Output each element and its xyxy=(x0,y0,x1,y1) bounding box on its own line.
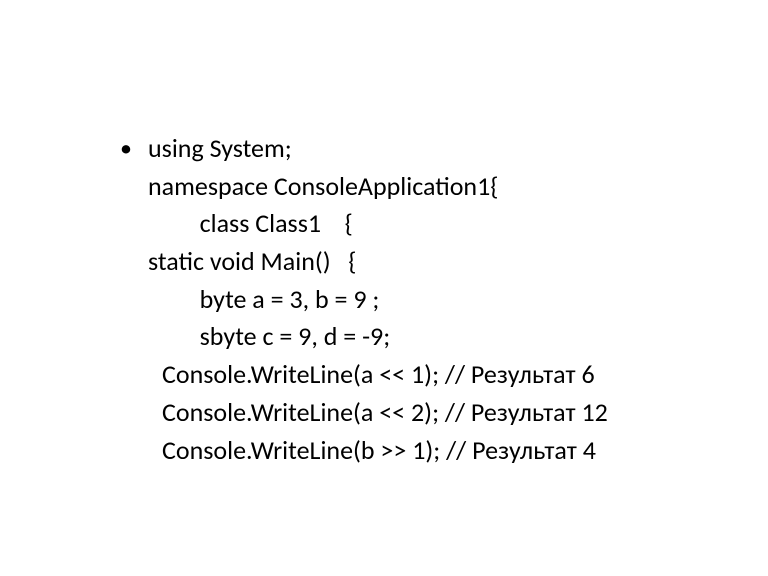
code-line: using System; xyxy=(148,130,678,168)
code-line: namespace ConsoleApplication1{ xyxy=(148,168,678,206)
code-line: static void Main() { xyxy=(148,243,678,281)
code-line: class Class1 { xyxy=(148,205,678,243)
bullet-marker: • xyxy=(120,132,132,167)
code-line: byte a = 3, b = 9 ; xyxy=(148,281,678,319)
code-line: Console.WriteLine(a << 2); // Результат … xyxy=(148,394,678,432)
code-line: Console.WriteLine(b >> 1); // Результат … xyxy=(148,432,678,470)
code-line: sbyte c = 9, d = -9; xyxy=(148,318,678,356)
bullet-item: • using System; namespace ConsoleApplica… xyxy=(120,130,678,469)
slide-content: • using System; namespace ConsoleApplica… xyxy=(0,0,768,469)
code-line: Console.WriteLine(a << 1); // Результат … xyxy=(148,356,678,394)
